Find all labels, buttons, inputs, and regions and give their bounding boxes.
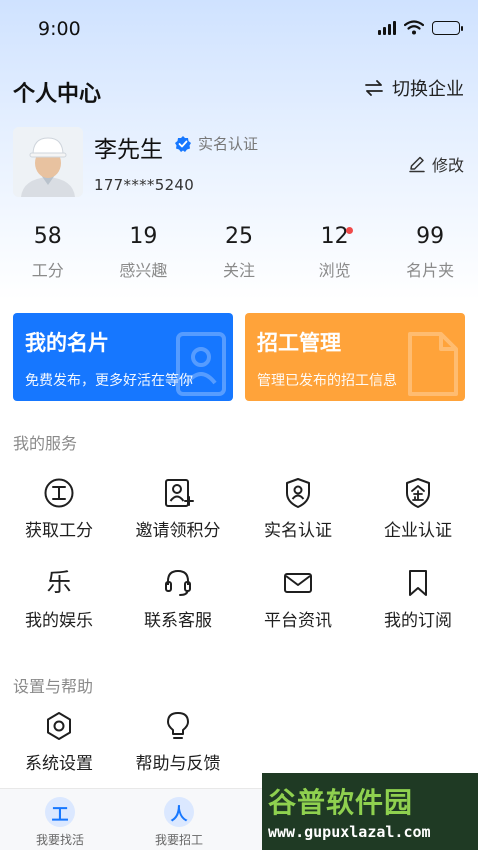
status-bar: 9:00 [0,0,478,60]
stat-following[interactable]: 25 关注 [191,224,287,281]
settings-item-system[interactable]: 系统设置 [0,709,118,774]
settings-label: 系统设置 [25,754,93,774]
document-icon [408,332,458,396]
card-subtitle: 免费发布，更多好活在等你 [25,373,193,389]
my-business-card-button[interactable]: 我的名片 免费发布，更多好活在等你 [13,313,233,401]
verified-check-icon [175,135,191,152]
service-label: 实名认证 [264,521,332,541]
service-item-subscription[interactable]: 我的订阅 [359,566,477,631]
verified-badge: 实名认证 [174,133,258,154]
id-shield-icon [286,478,310,508]
pencil-icon [409,156,425,173]
service-item-work-points[interactable]: 获取工分 [0,476,118,541]
settings-hex-icon [47,712,71,740]
edit-profile-button[interactable]: 修改 [408,152,464,176]
find-work-icon: 工 [45,797,75,827]
settings-item-help[interactable]: 帮助与反馈 [119,709,237,774]
service-item-entertainment[interactable]: 乐 我的娱乐 [0,566,118,631]
card-title: 招工管理 [257,331,341,355]
id-card-icon [176,332,226,396]
verified-label: 实名认证 [198,135,259,153]
user-name: 李先生 [94,137,163,163]
watermark-title: 谷普软件园 [268,786,414,819]
stat-label: 感兴趣 [119,261,168,280]
service-item-enterprise[interactable]: 企业认证 [359,476,477,541]
service-label: 平台资讯 [264,611,332,631]
stat-value: 58 [33,224,62,249]
worker-avatar-image [13,127,83,197]
recruit-icon: 人 [164,797,194,827]
music-icon: 乐 [46,568,72,597]
card-title: 我的名片 [25,331,109,355]
work-points-icon [44,478,74,508]
stat-value: 12 [320,224,349,249]
status-icons [378,20,463,35]
service-label: 获取工分 [25,521,93,541]
service-item-customer-service[interactable]: 联系客服 [119,566,237,631]
tab-find-work[interactable]: 工 我要找活 [15,797,105,848]
stat-label: 浏览 [318,261,351,280]
stat-value: 99 [416,224,445,249]
wifi-icon [404,20,424,35]
switch-company-button[interactable]: 切换企业 [364,75,464,101]
stat-value: 19 [129,224,158,249]
tab-recruit[interactable]: 人 我要招工 [134,797,224,848]
card-subtitle: 管理已发布的招工信息 [257,373,397,389]
service-item-invite[interactable]: 邀请领积分 [119,476,237,541]
stat-label: 名片夹 [406,261,455,280]
phone-number: 177****5240 [94,176,195,194]
page-title: 个人中心 [13,82,102,107]
bookmark-icon [409,570,427,596]
service-item-news[interactable]: 平台资讯 [239,566,357,631]
service-label: 我的娱乐 [25,611,93,631]
recruit-management-button[interactable]: 招工管理 管理已发布的招工信息 [245,313,465,401]
watermark-url: www.gupuxlazal.com [268,823,431,841]
lightbulb-icon [167,712,189,739]
stat-card-holder[interactable]: 99 名片夹 [382,224,478,281]
mail-icon [284,573,312,593]
watermark: 谷普软件园 www.gupuxlazal.com [262,773,478,850]
tab-label: 我要找活 [35,833,84,847]
stats-row: 58 工分 19 感兴趣 25 关注 12 浏览 99 名片夹 [0,224,478,281]
invite-user-icon [165,479,194,507]
switch-company-label: 切换企业 [392,79,464,100]
service-item-real-name[interactable]: 实名认证 [239,476,357,541]
service-label: 邀请领积分 [135,521,221,541]
swap-arrows-icon [365,80,383,96]
tab-label: 我要招工 [154,833,203,847]
stat-label: 工分 [31,261,64,280]
stat-views[interactable]: 12 浏览 [287,224,383,281]
avatar[interactable] [13,127,83,197]
headset-icon [165,569,191,596]
stat-value: 25 [224,224,253,249]
stat-label: 关注 [222,261,255,280]
battery-icon [432,20,463,35]
status-time: 9:00 [38,18,81,40]
enterprise-shield-icon [406,478,430,508]
settings-section-title: 设置与帮助 [13,677,94,696]
cellular-signal-icon [378,20,396,35]
service-label: 联系客服 [144,611,212,631]
services-section-title: 我的服务 [13,434,78,453]
stat-interested[interactable]: 19 感兴趣 [96,224,192,281]
service-label: 企业认证 [384,521,452,541]
stat-work-points[interactable]: 58 工分 [0,224,96,281]
edit-label: 修改 [431,156,464,175]
service-label: 我的订阅 [384,611,452,631]
settings-label: 帮助与反馈 [135,754,221,774]
notification-dot [345,227,353,234]
